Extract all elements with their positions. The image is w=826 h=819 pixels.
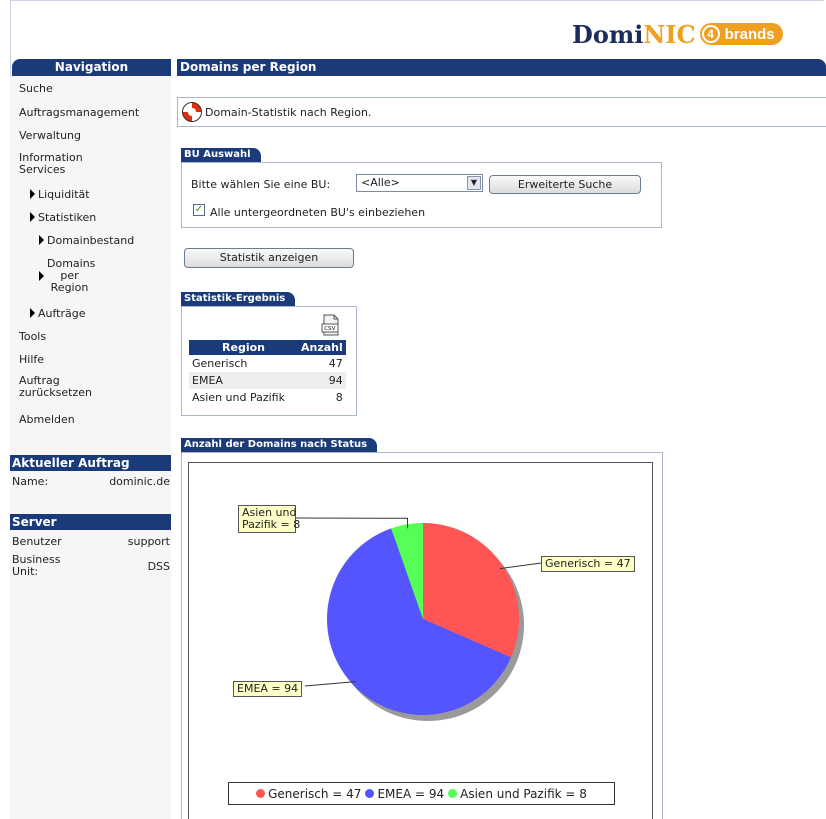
server-user-label: Benutzer bbox=[12, 535, 62, 548]
legend-label-emea: EMEA = 94 bbox=[377, 786, 445, 801]
result-table-header: Region Anzahl bbox=[189, 340, 346, 355]
nav-sub-auftraege-label: Aufträge bbox=[38, 307, 86, 320]
result-table: Region Anzahl Generisch 47 EMEA 94 Asien… bbox=[189, 340, 346, 406]
expand-arrow-icon bbox=[30, 212, 35, 222]
logo-badge-number: 4 bbox=[701, 25, 720, 43]
nav-item-suche[interactable]: Suche bbox=[19, 82, 53, 95]
csv-icon-label: csv bbox=[324, 324, 336, 332]
server-user-row: Benutzer support bbox=[12, 535, 170, 548]
expand-arrow-icon bbox=[30, 189, 35, 199]
logo-badge: 4 brands bbox=[699, 23, 783, 45]
current-order-header: Aktueller Auftrag bbox=[10, 455, 171, 471]
nav-sub-domains-per-region[interactable]: Domains per Region bbox=[39, 257, 96, 294]
nav-sub-liquiditaet-label: Liquidität bbox=[38, 188, 90, 201]
nav-sub-statistiken-label: Statistiken bbox=[38, 211, 97, 224]
legend-dot-green bbox=[448, 788, 458, 798]
bu-select[interactable]: <Alle> ▼ bbox=[356, 174, 483, 192]
server-bu-label: Business Unit: bbox=[12, 553, 61, 578]
bu-section-tab: BU Auswahl bbox=[181, 148, 261, 162]
current-order-name-label: Name: bbox=[12, 475, 49, 488]
server-header: Server bbox=[10, 514, 171, 530]
nav-sub-liquiditaet[interactable]: Liquidität bbox=[30, 188, 90, 201]
nav-sub-domainbestand[interactable]: Domainbestand bbox=[39, 234, 134, 247]
result-section-tab: Statistik-Ergebnis bbox=[181, 292, 296, 306]
show-statistics-button[interactable]: Statistik anzeigen bbox=[184, 248, 354, 268]
legend-label-asien: Asien und Pazifik = 8 bbox=[460, 786, 587, 801]
nav-item-verwaltung[interactable]: Verwaltung bbox=[19, 129, 81, 142]
expand-arrow-icon bbox=[39, 271, 44, 281]
nav-item-hilfe[interactable]: Hilfe bbox=[19, 353, 44, 366]
nav-sub-domainbestand-label: Domainbestand bbox=[47, 234, 135, 247]
page-title: Domains per Region bbox=[177, 59, 826, 76]
current-order-name-row: Name: dominic.de bbox=[12, 475, 170, 488]
cell-count: 8 bbox=[335, 391, 343, 404]
chart-section-tab: Anzahl der Domains nach Status bbox=[181, 438, 378, 452]
dominic-logo: Domi NIC 4 brands bbox=[572, 18, 783, 50]
nav-item-auftrag-zuruecksetzen[interactable]: Auftrag zurücksetzen bbox=[19, 375, 109, 399]
cell-region: Generisch bbox=[192, 357, 248, 370]
leader-line-generisch bbox=[499, 562, 542, 570]
extended-search-button[interactable]: Erweiterte Suche bbox=[489, 175, 641, 194]
callout-emea: EMEA = 94 bbox=[233, 681, 303, 697]
server-bu-row: Business Unit: DSS bbox=[12, 554, 170, 578]
bu-prompt-label: Bitte wählen Sie eine BU: bbox=[191, 178, 331, 191]
legend-dot-blue bbox=[365, 788, 375, 798]
legend-item-asien: Asien und Pazifik = 8 bbox=[448, 787, 587, 801]
legend-item-emea: EMEA = 94 bbox=[365, 787, 444, 801]
csv-export-icon[interactable]: csv bbox=[321, 314, 341, 336]
legend-label-generisch: Generisch = 47 bbox=[268, 786, 362, 801]
info-text: Domain-Statistik nach Region. bbox=[205, 105, 372, 119]
column-header-count: Anzahl bbox=[298, 340, 346, 355]
chevron-down-icon[interactable]: ▼ bbox=[467, 176, 481, 190]
nav-sub-domains-per-region-label: Domains per Region bbox=[47, 257, 96, 294]
navigation-header: Navigation bbox=[12, 59, 171, 76]
info-box: Domain-Statistik nach Region. bbox=[177, 97, 826, 127]
include-sub-bu-checkbox[interactable]: ✓ bbox=[193, 204, 205, 216]
chart-legend: Generisch = 47 EMEA = 94 Asien und Pazif… bbox=[228, 782, 615, 805]
current-order-name-value: dominic.de bbox=[109, 475, 170, 488]
legend-item-generisch: Generisch = 47 bbox=[256, 787, 361, 801]
table-row: Generisch 47 bbox=[189, 355, 346, 372]
leader-line-asien-und-pazifik bbox=[295, 517, 409, 529]
cell-count: 47 bbox=[328, 357, 343, 370]
server-bu-value: DSS bbox=[147, 559, 170, 573]
nav-item-information-services[interactable]: Information Services bbox=[19, 152, 109, 176]
nav-item-auftragsmanagement[interactable]: Auftragsmanagement bbox=[19, 106, 139, 119]
cell-count: 94 bbox=[298, 372, 346, 389]
callout-asien-pazifik: Asien und Pazifik = 8 bbox=[238, 505, 300, 533]
cell-region: Asien und Pazifik bbox=[192, 391, 285, 404]
logo-text-nic: NIC bbox=[643, 19, 696, 49]
callout-generisch: Generisch = 47 bbox=[541, 556, 635, 572]
nav-sub-statistiken[interactable]: Statistiken bbox=[30, 211, 96, 224]
bu-select-value: <Alle> bbox=[361, 176, 400, 189]
nav-item-tools[interactable]: Tools bbox=[19, 330, 46, 343]
column-header-region: Region bbox=[189, 340, 298, 355]
legend-dot-red bbox=[256, 788, 266, 798]
table-row: EMEA 94 bbox=[189, 372, 346, 389]
expand-arrow-icon bbox=[30, 308, 35, 318]
table-row: Asien und Pazifik 8 bbox=[189, 389, 346, 406]
nav-item-abmelden[interactable]: Abmelden bbox=[19, 413, 75, 426]
server-user-value: support bbox=[127, 535, 170, 548]
include-sub-bu-label: Alle untergeordneten BU's einbeziehen bbox=[210, 206, 426, 219]
expand-arrow-icon bbox=[39, 235, 44, 245]
cell-region: EMEA bbox=[189, 372, 298, 389]
logo-text-domi: Domi bbox=[572, 19, 644, 49]
logo-badge-text: brands bbox=[724, 25, 775, 43]
nav-sub-auftraege[interactable]: Aufträge bbox=[30, 307, 86, 320]
leader-line-emea bbox=[304, 681, 356, 687]
help-lifebuoy-icon bbox=[182, 102, 202, 122]
